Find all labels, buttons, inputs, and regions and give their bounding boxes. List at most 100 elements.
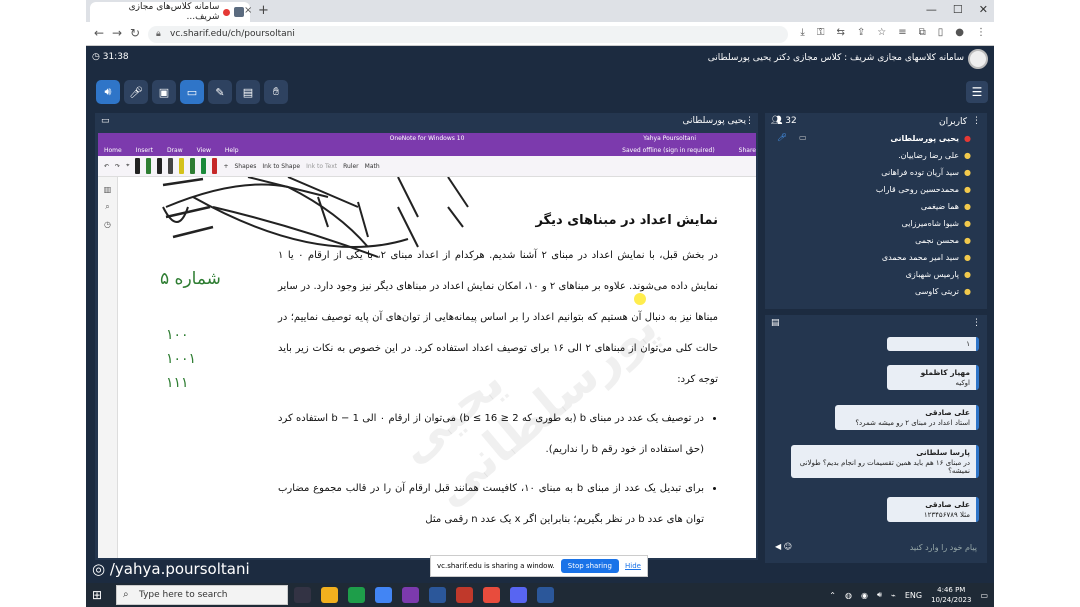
panel-options-icon[interactable]: ⋮ [745, 116, 754, 126]
doc-bullet: برای تبدیل یک عدد از مبنای b به مبنای ۱۰… [278, 473, 704, 535]
chrome-icon[interactable] [375, 587, 392, 603]
pen-black-icon[interactable] [157, 158, 163, 174]
tray-chevron-icon[interactable]: ⌃ [829, 591, 836, 600]
chat-options-icon[interactable]: ⋮ [972, 318, 981, 328]
user-item[interactable]: ● سید امیر محمد محمدی [765, 250, 987, 267]
camera-off-button[interactable]: ▣ [152, 80, 176, 104]
pen-red-icon[interactable] [212, 158, 218, 174]
taskbar-clock[interactable]: 4:46 PM 10/24/2023 [931, 585, 971, 605]
tool-ink-to-shape[interactable]: Ink to Shape [262, 163, 300, 170]
pen-gray-icon[interactable] [168, 158, 174, 174]
lasso-icon[interactable]: ⌖ [126, 162, 129, 170]
maximize-icon[interactable]: ☐ [953, 3, 963, 16]
chat-input[interactable]: پیام خود را وارد کنید ◀ ☺ [769, 539, 983, 557]
menu-home[interactable]: Home [104, 147, 122, 154]
reload-icon[interactable]: ↻ [130, 26, 140, 40]
pen-green-icon[interactable] [190, 158, 196, 174]
tray-app-icon[interactable]: ◉ [861, 591, 868, 600]
camtasia-icon[interactable] [348, 587, 365, 603]
user-item[interactable]: ● شیوا شاه‌میرزایی [765, 216, 987, 233]
extensions-icon[interactable]: ⧉ [919, 27, 926, 38]
hamburger-menu-button[interactable]: ☰ [966, 81, 988, 103]
url-field[interactable]: 🔒︎ vc.sharif.edu/ch/poursoltani [148, 26, 788, 43]
profile-icon[interactable]: ● [955, 27, 964, 38]
task-view-icon[interactable] [294, 587, 311, 603]
redo-icon[interactable]: ↷ [115, 163, 120, 170]
user-item[interactable]: ● محسن نجمی [765, 233, 987, 250]
tray-app-icon[interactable]: ◍ [845, 591, 852, 600]
pen-yellow-icon[interactable] [179, 158, 185, 174]
users-panel: کاربران 👥︎ 32 ⋮ 🎤︎ ▭ ● یحیی پورسلطانی ● علی … [765, 113, 987, 309]
whiteboard-button[interactable]: ✎ [208, 80, 232, 104]
word-icon[interactable] [537, 587, 554, 603]
menu-help[interactable]: Help [225, 147, 239, 154]
tool-ruler[interactable]: Ruler [343, 163, 359, 170]
tool-ink-to-text[interactable]: Ink to Text [306, 163, 337, 170]
screen-share-button[interactable]: ▭ [180, 80, 204, 104]
undo-icon[interactable]: ↶ [104, 163, 109, 170]
onenote-titlebar: OneNote for Windows 10 Yahya Poursoltani [98, 133, 756, 145]
reading-list-icon[interactable]: ≡ [898, 27, 906, 38]
share-button[interactable]: Share [739, 147, 756, 154]
new-tab-button[interactable]: + [258, 3, 269, 18]
user-item[interactable]: ● تریتی کاوسی [765, 284, 987, 301]
file-explorer-icon[interactable] [321, 587, 338, 603]
menu-insert[interactable]: Insert [136, 147, 153, 154]
discord-icon[interactable] [510, 587, 527, 603]
files-button[interactable]: ▤ [236, 80, 260, 104]
tool-shapes[interactable]: Shapes [234, 163, 256, 170]
mic-button[interactable]: 🎤︎ [124, 80, 148, 104]
address-bar-row: ← → ↻ 🔒︎ vc.sharif.edu/ch/poursoltani ⤓ … [86, 22, 994, 46]
users-options-icon[interactable]: ⋮ [972, 116, 981, 126]
onenote-icon[interactable] [402, 587, 419, 603]
network-icon[interactable]: ⌁ [891, 591, 896, 600]
app-icon[interactable] [429, 587, 446, 603]
pen-black-icon[interactable] [135, 158, 141, 174]
user-item[interactable]: ● سید آریان توده فراهانی [765, 165, 987, 182]
forward-icon[interactable]: → [112, 26, 122, 40]
windows-start-icon[interactable]: ⊞ [92, 588, 102, 602]
notifications-icon[interactable]: ▭ [980, 591, 988, 600]
send-icon[interactable]: ◀ ☺ [775, 542, 792, 551]
speaker-button[interactable]: 🔊︎ [96, 80, 120, 104]
user-item[interactable]: ● علی رضا رضاییان. [765, 148, 987, 165]
university-logo [968, 49, 988, 69]
menu-view[interactable]: View [197, 147, 211, 154]
sidebar-icon[interactable]: ▯ [938, 27, 944, 38]
pen-green-icon[interactable] [146, 158, 152, 174]
more-icon[interactable]: ⋮ [976, 27, 986, 38]
app-icon[interactable] [483, 587, 500, 603]
user-item[interactable]: 🎤︎ ▭ ● یحیی پورسلطانی [765, 131, 987, 148]
raise-hand-button[interactable]: ✋︎ [264, 80, 288, 104]
taskbar-search[interactable]: ⌕ Type here to search [116, 585, 288, 605]
user-icon: ● [964, 287, 971, 296]
star-icon[interactable]: ☆ [877, 27, 886, 38]
hide-link[interactable]: Hide [625, 562, 641, 570]
search-icon[interactable]: ⌕ [98, 202, 117, 212]
minimize-icon[interactable]: — [926, 3, 937, 16]
keyboard-lang[interactable]: ENG [905, 591, 922, 600]
document-text: نمایش اعداد در مبناهای دیگر در بخش قبل، … [278, 213, 718, 543]
browser-tab[interactable]: سامانه کلاس‌های مجازی شریف... × [90, 2, 252, 22]
user-item[interactable]: ● محمدحسین روحی قاراب [765, 182, 987, 199]
user-icon: ● [964, 236, 971, 245]
recent-icon[interactable]: ◷ [98, 220, 117, 229]
user-item[interactable]: ● هما ضیغمی [765, 199, 987, 216]
translate-icon[interactable]: ⇆ [836, 27, 844, 38]
tool-math[interactable]: Math [365, 163, 380, 170]
share-icon[interactable]: ⇪ [857, 27, 865, 38]
lock-icon[interactable]: 🔒︎ [156, 26, 161, 43]
tab-close-icon[interactable]: × [244, 5, 252, 16]
back-icon[interactable]: ← [94, 26, 104, 40]
close-window-icon[interactable]: ✕ [979, 3, 988, 16]
pen-green-icon[interactable] [201, 158, 207, 174]
user-item[interactable]: ● پارمیس شهبازی [765, 267, 987, 284]
key-icon[interactable]: ⚿ [817, 27, 825, 38]
download-icon[interactable]: ⤓ [800, 27, 804, 38]
menu-draw[interactable]: Draw [167, 147, 183, 154]
volume-icon[interactable]: 🔊︎ [877, 590, 882, 600]
add-pen-icon[interactable]: + [223, 163, 228, 170]
app-icon[interactable] [456, 587, 473, 603]
notebooks-icon[interactable]: ▥ [98, 185, 117, 194]
stop-sharing-button[interactable]: Stop sharing [560, 559, 619, 573]
